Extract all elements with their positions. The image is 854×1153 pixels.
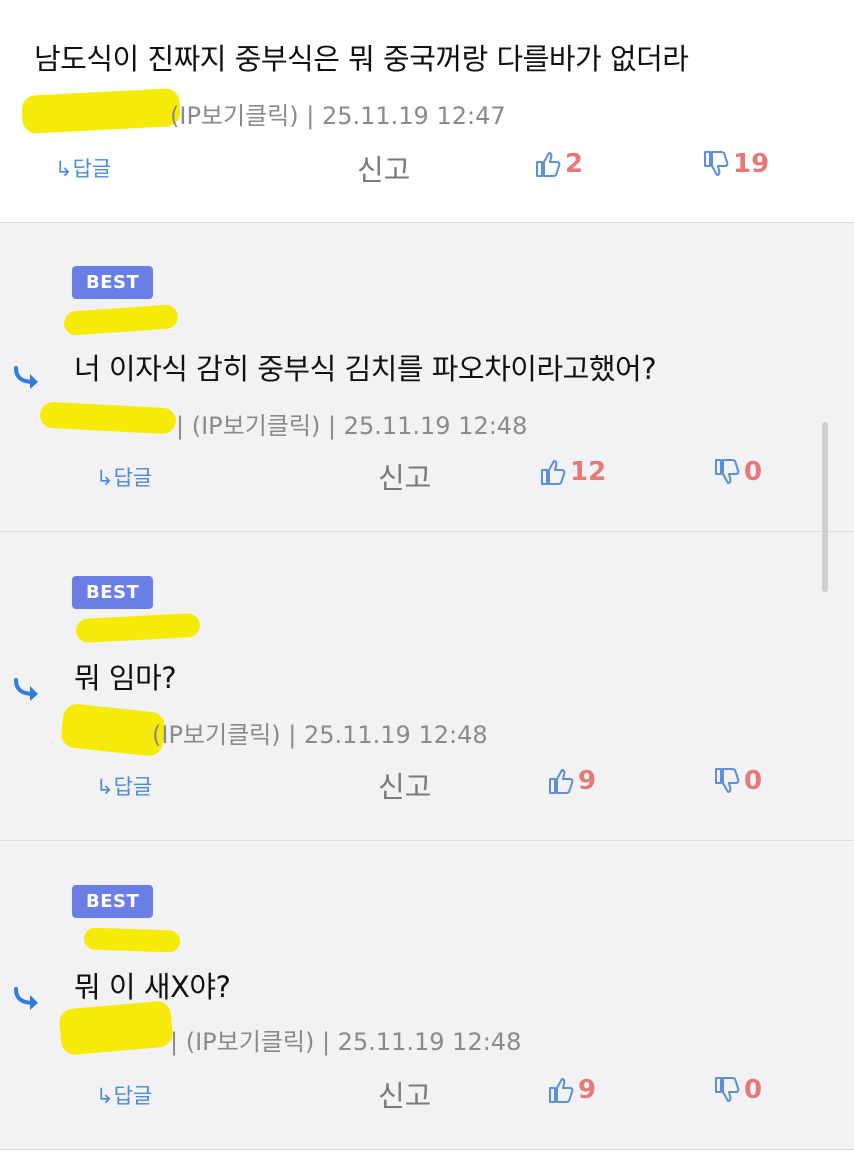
redacted-username	[21, 87, 181, 135]
dislike-count: 0	[744, 766, 763, 796]
ip-view-link[interactable]: (IP보기클릭)	[192, 412, 321, 440]
redacted-username	[59, 702, 167, 758]
like-count: 9	[578, 766, 597, 796]
dislike-count: 0	[744, 457, 763, 487]
dislike-button[interactable]: 0	[714, 766, 762, 796]
thumbs-down-icon	[715, 1077, 740, 1102]
like-button[interactable]: 9	[548, 1075, 596, 1105]
ip-view-link[interactable]: (IP보기클릭)	[170, 102, 299, 130]
redacted-username	[63, 304, 179, 336]
reply-comment-3: BEST 뭐 이 새X야? | (IP보기클릭) | 25.11.19 12:4…	[0, 841, 854, 1150]
reply-button[interactable]: ↳답글	[96, 1080, 152, 1110]
comment-actions: ↳답글 신고 9 0	[0, 762, 854, 806]
scrollbar[interactable]	[822, 422, 828, 592]
like-count: 2	[565, 149, 584, 179]
like-button[interactable]: 12	[540, 457, 606, 487]
comment-text: 뭐 임마?	[74, 661, 177, 695]
reply-comment-1: BEST 너 이자식 감히 중부식 김치를 파오차이라고했어? | (IP보기클…	[0, 223, 854, 532]
report-button[interactable]: 신고	[378, 1073, 431, 1115]
thumbs-up-icon	[536, 152, 561, 177]
dislike-button[interactable]: 19	[703, 149, 769, 179]
comment-text: 너 이자식 감히 중부식 김치를 파오차이라고했어?	[74, 352, 657, 386]
comment-actions: ↳답글 신고 12 0	[0, 453, 854, 497]
like-count: 9	[578, 1075, 597, 1105]
comment-text: 남도식이 진짜지 중부식은 뭐 중국꺼랑 다를바가 없더라	[34, 42, 689, 76]
comment-date: 25.11.19 12:48	[337, 1028, 522, 1056]
comment-meta: (IP보기클릭) | 25.11.19 12:47	[170, 102, 506, 130]
reply-button[interactable]: ↳답글	[55, 153, 111, 183]
comment-date: 25.11.19 12:48	[303, 721, 488, 749]
report-button[interactable]: 신고	[378, 455, 431, 497]
like-button[interactable]: 2	[535, 149, 583, 179]
thumbs-up-icon	[549, 1078, 574, 1103]
thumbs-up-icon	[541, 460, 566, 485]
reply-comment-2: BEST 뭐 임마? (IP보기클릭) | 25.11.19 12:48 ↳답글…	[0, 532, 854, 841]
best-badge: BEST	[72, 266, 154, 299]
dislike-count: 19	[733, 149, 770, 179]
like-count: 12	[570, 457, 607, 487]
report-button[interactable]: 신고	[378, 764, 431, 806]
dislike-button[interactable]: 0	[714, 457, 762, 487]
comment-1: 남도식이 진짜지 중부식은 뭐 중국꺼랑 다를바가 없더라 (IP보기클릭) |…	[0, 0, 854, 223]
dislike-count: 0	[744, 1075, 763, 1105]
reply-arrow-icon	[14, 987, 38, 1010]
report-button[interactable]: 신고	[357, 147, 410, 189]
dislike-button[interactable]: 0	[714, 1075, 762, 1105]
comment-meta: | (IP보기클릭) | 25.11.19 12:48	[176, 412, 528, 440]
thumbs-down-icon	[715, 768, 740, 793]
reply-arrow-icon	[14, 366, 38, 389]
thumbs-up-icon	[549, 769, 574, 794]
redacted-username	[58, 1000, 174, 1056]
thumbs-down-icon	[704, 151, 729, 176]
comment-meta: | (IP보기클릭) | 25.11.19 12:48	[170, 1028, 522, 1056]
comment-actions: ↳답글 신고 9 0	[0, 1071, 854, 1115]
best-badge: BEST	[72, 885, 154, 918]
reply-arrow-icon	[14, 678, 38, 701]
ip-view-link[interactable]: (IP보기클릭)	[152, 721, 281, 749]
comment-date: 25.11.19 12:48	[343, 412, 528, 440]
redacted-username	[75, 612, 201, 644]
best-badge: BEST	[72, 576, 154, 609]
comment-meta: (IP보기클릭) | 25.11.19 12:48	[152, 721, 488, 749]
redacted-username	[39, 401, 177, 435]
reply-button[interactable]: ↳답글	[96, 771, 152, 801]
like-button[interactable]: 9	[548, 766, 596, 796]
comment-date: 25.11.19 12:47	[321, 102, 506, 130]
comment-text: 뭐 이 새X야?	[74, 970, 231, 1004]
ip-view-link[interactable]: (IP보기클릭)	[186, 1028, 315, 1056]
redacted-username	[83, 927, 181, 953]
reply-button[interactable]: ↳답글	[96, 462, 152, 492]
thumbs-down-icon	[715, 459, 740, 484]
comment-actions: ↳답글 신고 2 19	[0, 145, 854, 189]
